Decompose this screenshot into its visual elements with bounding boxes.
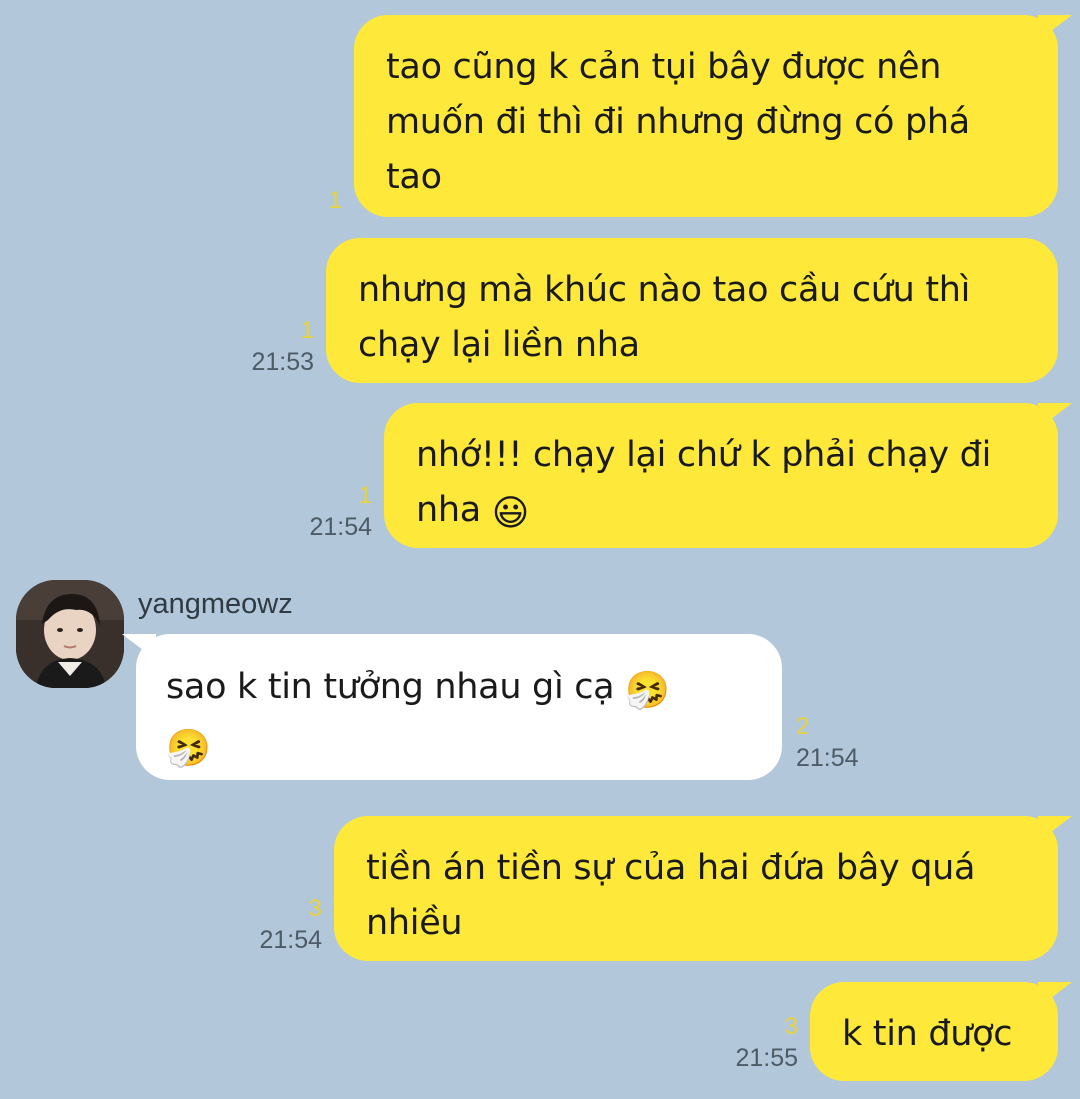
unread-count: 1 xyxy=(328,187,342,214)
bubble-tail xyxy=(1038,15,1072,41)
sender-name: yangmeowz xyxy=(138,588,293,620)
message-meta: 3 21:55 xyxy=(735,1012,798,1074)
message-bubble-outgoing[interactable]: tao cũng k cản tụi bây được nên muốn đi … xyxy=(354,15,1072,217)
unread-count: 3 xyxy=(784,1013,798,1040)
bubble-tail xyxy=(1038,816,1072,842)
chat-area[interactable]: tao cũng k cản tụi bây được nên muốn đi … xyxy=(0,0,1080,1099)
message-bubble-outgoing[interactable]: k tin được xyxy=(810,982,1072,1081)
unread-count: 3 xyxy=(308,895,322,922)
message-text: tiền án tiền sự của hai đứa bây quá nhiề… xyxy=(366,848,976,943)
message-bubble-outgoing[interactable]: tiền án tiền sự của hai đứa bây quá nhiề… xyxy=(334,816,1072,961)
message-text: nhưng mà khúc nào tao cầu cứu thì chạy l… xyxy=(358,270,971,365)
unread-count: 1 xyxy=(358,482,372,509)
message-bubble-incoming[interactable]: sao k tin tưởng nhau gì cạ 🤧 🤧 xyxy=(122,634,782,780)
message-meta: 1 21:54 xyxy=(309,481,372,543)
unread-count: 1 xyxy=(300,317,314,344)
message-text: sao k tin tưởng nhau gì cạ xyxy=(166,667,615,707)
bubble-tail xyxy=(122,634,156,660)
message-timestamp: 21:55 xyxy=(735,1044,798,1072)
message-meta: 1 xyxy=(329,186,342,216)
message-timestamp: 21:54 xyxy=(259,926,322,954)
sneezing-face-emoji-icon: 🤧 xyxy=(625,670,670,711)
message-timestamp: 21:54 xyxy=(309,513,372,541)
message-meta: 1 21:53 xyxy=(251,316,314,378)
message-timestamp: 21:53 xyxy=(251,348,314,376)
avatar-photo xyxy=(16,580,124,688)
avatar[interactable] xyxy=(16,580,124,688)
sneezing-face-emoji-icon: 🤧 xyxy=(166,728,211,769)
message-text: k tin được xyxy=(842,1014,1013,1054)
message-meta: 2 21:54 xyxy=(796,712,859,774)
bubble-tail xyxy=(1038,982,1072,1008)
grinning-emoji-icon: 😃 xyxy=(491,493,530,534)
unread-count: 2 xyxy=(796,713,810,740)
bubble-tail xyxy=(1038,403,1072,429)
message-bubble-outgoing[interactable]: nhưng mà khúc nào tao cầu cứu thì chạy l… xyxy=(326,238,1058,383)
message-meta: 3 21:54 xyxy=(259,894,322,956)
message-bubble-outgoing[interactable]: nhớ!!! chạy lại chứ k phải chạy đi nha 😃 xyxy=(384,403,1072,548)
message-timestamp: 21:54 xyxy=(796,744,859,772)
message-text: tao cũng k cản tụi bây được nên muốn đi … xyxy=(386,47,970,197)
